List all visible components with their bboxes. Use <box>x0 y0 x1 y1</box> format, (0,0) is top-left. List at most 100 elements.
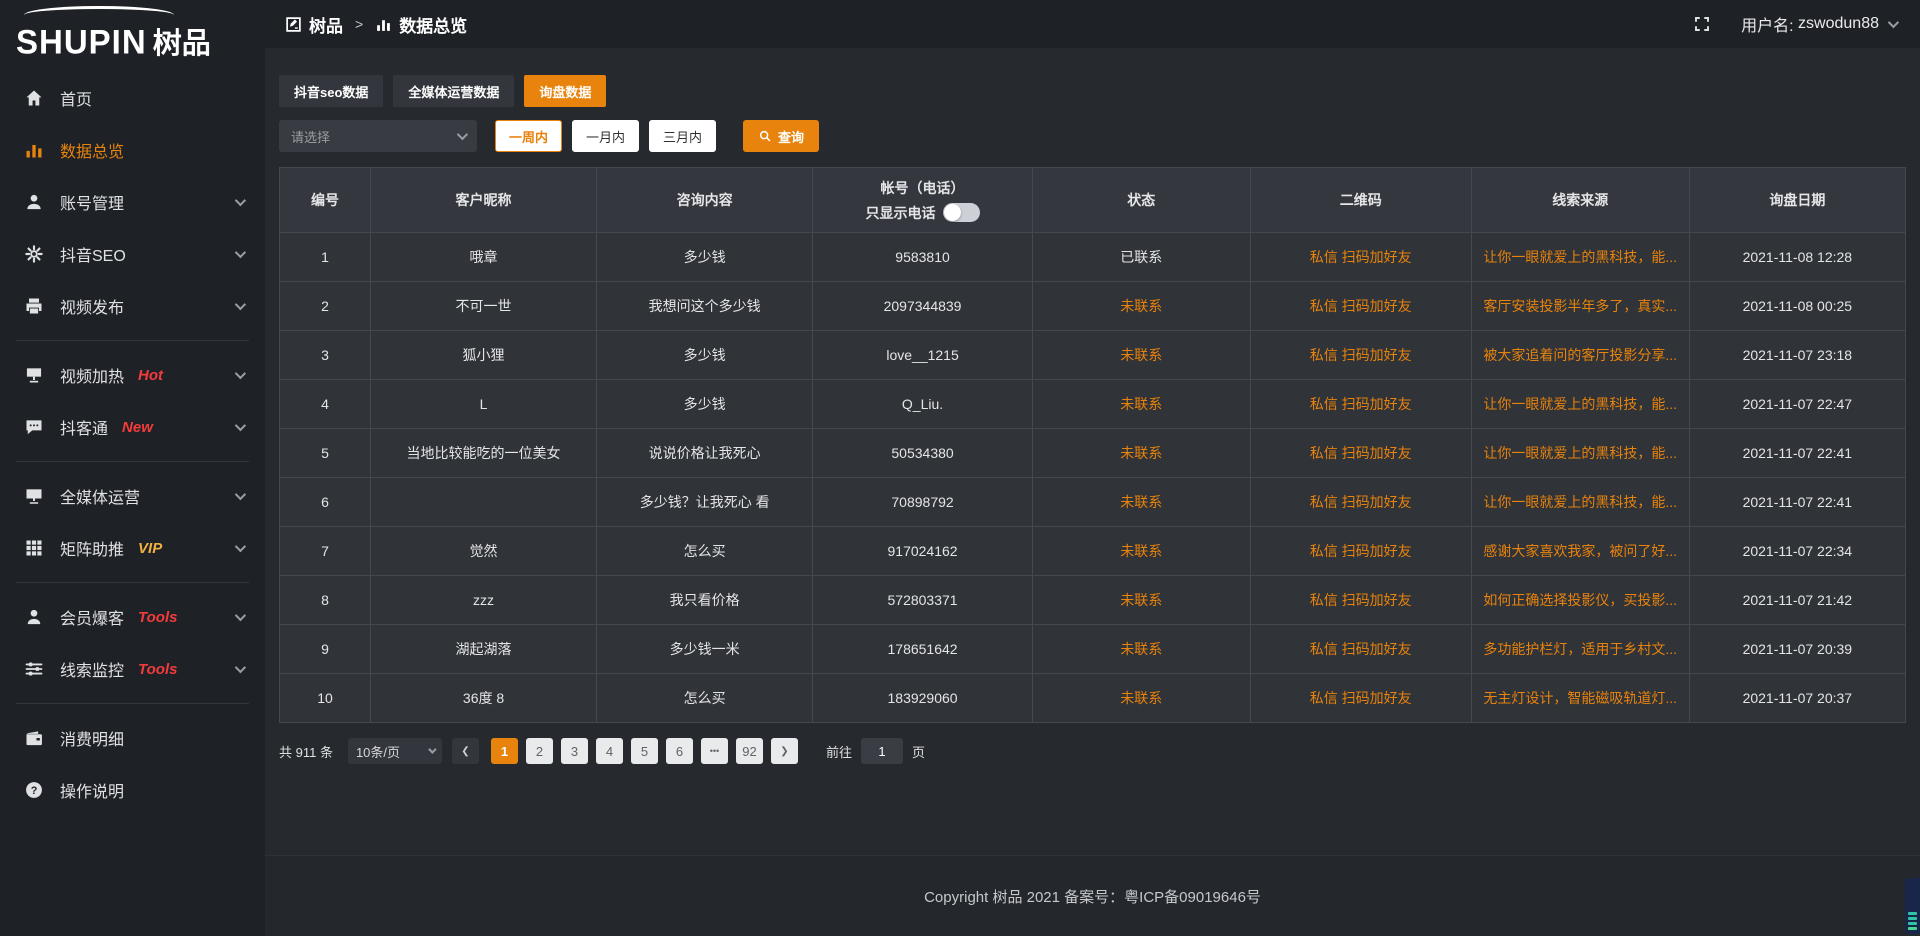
prev-page-button[interactable]: ❮ <box>452 738 479 764</box>
table-row: 5当地比较能吃的一位美女说说价格让我死心50534380未联系私信 扫码加好友让… <box>280 429 1906 478</box>
username-value: zswodun88 <box>1798 15 1879 33</box>
sidebar-item-douketong[interactable]: 抖客通New <box>0 401 265 453</box>
footer: Copyright 树品 2021 备案号：粤ICP备09019646号 <box>265 855 1920 936</box>
cell-content: 怎么买 <box>597 674 813 723</box>
sidebar-item-label: 矩阵助推 <box>60 536 124 560</box>
sidebar-item-video-publish[interactable]: 视频发布 <box>0 280 265 332</box>
badge-tools: Tools <box>138 609 177 626</box>
cell-source[interactable]: 让你一眼就爱上的黑科技，能... <box>1471 380 1689 429</box>
sidebar-item-douyin-seo[interactable]: 抖音SEO <box>0 228 265 280</box>
breadcrumb-label: 数据总览 <box>399 12 467 37</box>
user-menu[interactable]: 用户名: zswodun88 <box>1741 12 1896 36</box>
cell-account: 572803371 <box>813 576 1033 625</box>
cell-date: 2021-11-07 21:42 <box>1689 576 1905 625</box>
sidebar-menu: 首页数据总览账号管理抖音SEO视频发布视频加热Hot抖客通New全媒体运营矩阵助… <box>0 62 265 816</box>
tab-douyin-seo-data[interactable]: 抖音seo数据 <box>279 75 383 107</box>
sidebar-item-clue-monitor[interactable]: 线索监控Tools <box>0 643 265 695</box>
sidebar-item-operation-guide[interactable]: ?操作说明 <box>0 764 265 816</box>
cell-qrcode[interactable]: 私信 扫码加好友 <box>1250 233 1471 282</box>
query-button[interactable]: 查询 <box>743 120 819 152</box>
cell-qrcode[interactable]: 私信 扫码加好友 <box>1250 380 1471 429</box>
range-button-one-week[interactable]: 一周内 <box>495 120 562 152</box>
sidebar-item-matrix-boost[interactable]: 矩阵助推VIP <box>0 522 265 574</box>
page-button-92[interactable]: 92 <box>736 738 763 764</box>
page-button-1[interactable]: 1 <box>491 738 518 764</box>
copyright-text: Copyright 树品 2021 备案号：粤ICP备09019646号 <box>924 886 1261 907</box>
cell-qrcode[interactable]: 私信 扫码加好友 <box>1250 527 1471 576</box>
logo-text-cn: 树品 <box>153 28 211 60</box>
doc-icon <box>285 16 302 33</box>
tab-inquiry-data[interactable]: 询盘数据 <box>524 75 606 107</box>
page-button-4[interactable]: 4 <box>596 738 623 764</box>
logo-text-en: SHUPIN <box>16 22 147 62</box>
sidebar-item-label: 抖音SEO <box>60 242 126 266</box>
fullscreen-icon[interactable] <box>1693 15 1711 33</box>
column-header: 状态 <box>1032 168 1250 233</box>
gear-icon <box>24 244 44 264</box>
cell-id: 3 <box>280 331 371 380</box>
cell-source[interactable]: 多功能护栏灯，适用于乡村文... <box>1471 625 1689 674</box>
cell-qrcode[interactable]: 私信 扫码加好友 <box>1250 576 1471 625</box>
heat-icon <box>24 365 44 385</box>
cell-date: 2021-11-07 20:37 <box>1689 674 1905 723</box>
page-size-select[interactable]: 10条/页 <box>348 738 442 764</box>
chevron-down-icon <box>235 368 246 379</box>
cell-source[interactable]: 让你一眼就爱上的黑科技，能... <box>1471 478 1689 527</box>
cell-qrcode[interactable]: 私信 扫码加好友 <box>1250 625 1471 674</box>
page-button-3[interactable]: 3 <box>561 738 588 764</box>
cell-source[interactable]: 如何正确选择投影仪，买投影... <box>1471 576 1689 625</box>
cell-nickname: 36度 8 <box>371 674 597 723</box>
sidebar-item-video-heating[interactable]: 视频加热Hot <box>0 349 265 401</box>
cell-status: 未联系 <box>1032 625 1250 674</box>
cell-qrcode[interactable]: 私信 扫码加好友 <box>1250 674 1471 723</box>
sidebar-item-media-operation[interactable]: 全媒体运营 <box>0 470 265 522</box>
cell-source[interactable]: 让你一眼就爱上的黑科技，能... <box>1471 233 1689 282</box>
main-content: 抖音seo数据全媒体运营数据询盘数据 请选择 一周内一月内三月内 查询 编号客户… <box>265 48 1920 936</box>
floating-widget[interactable] <box>1905 878 1920 934</box>
sidebar-item-consumption-detail[interactable]: 消费明细 <box>0 712 265 764</box>
page-size-value: 10条/页 <box>356 742 400 761</box>
sidebar-item-home[interactable]: 首页 <box>0 72 265 124</box>
phone-only-toggle[interactable] <box>943 203 980 222</box>
chevron-down-icon <box>1888 17 1899 28</box>
cell-source[interactable]: 感谢大家喜欢我家，被问了好... <box>1471 527 1689 576</box>
page-suffix-label: 页 <box>912 742 925 761</box>
range-button-three-months[interactable]: 三月内 <box>649 120 716 152</box>
cell-source[interactable]: 被大家追着问的客厅投影分享... <box>1471 331 1689 380</box>
cell-qrcode[interactable]: 私信 扫码加好友 <box>1250 331 1471 380</box>
cell-source[interactable]: 无主灯设计，智能磁吸轨道灯... <box>1471 674 1689 723</box>
filter-select[interactable]: 请选择 <box>279 120 477 152</box>
cell-qrcode[interactable]: 私信 扫码加好友 <box>1250 478 1471 527</box>
breadcrumb-item-data-overview[interactable]: 数据总览 <box>375 12 467 37</box>
page-button-6[interactable]: 6 <box>666 738 693 764</box>
range-button-one-month[interactable]: 一月内 <box>572 120 639 152</box>
page-button-2[interactable]: 2 <box>526 738 553 764</box>
next-page-button[interactable]: ❯ <box>771 738 798 764</box>
sidebar-divider <box>16 582 249 583</box>
page-ellipsis-button[interactable]: ••• <box>701 738 728 764</box>
cell-status: 未联系 <box>1032 576 1250 625</box>
sidebar-item-label: 线索监控 <box>60 657 124 681</box>
cell-id: 6 <box>280 478 371 527</box>
cell-status: 未联系 <box>1032 282 1250 331</box>
monitor-icon <box>24 486 44 506</box>
sidebar-item-data-overview[interactable]: 数据总览 <box>0 124 265 176</box>
cell-qrcode[interactable]: 私信 扫码加好友 <box>1250 429 1471 478</box>
tab-media-operation-data[interactable]: 全媒体运营数据 <box>393 75 514 107</box>
breadcrumb-item-shupin[interactable]: 树品 <box>285 12 343 37</box>
cell-qrcode[interactable]: 私信 扫码加好友 <box>1250 282 1471 331</box>
sidebar-item-member-baoke[interactable]: 会员爆客Tools <box>0 591 265 643</box>
column-header: 二维码 <box>1250 168 1471 233</box>
filter-select-placeholder: 请选择 <box>291 127 330 146</box>
phone-toggle-label: 只显示电话 <box>866 203 936 223</box>
sidebar-item-label: 首页 <box>60 86 92 110</box>
goto-page-input[interactable]: 1 <box>861 738 903 764</box>
cell-account: 2097344839 <box>813 282 1033 331</box>
cell-source[interactable]: 客厅安装投影半年多了，真实... <box>1471 282 1689 331</box>
page-button-5[interactable]: 5 <box>631 738 658 764</box>
breadcrumb-separator: > <box>355 16 363 32</box>
sidebar-divider <box>16 461 249 462</box>
cell-source[interactable]: 让你一眼就爱上的黑科技，能... <box>1471 429 1689 478</box>
sidebar-item-account-management[interactable]: 账号管理 <box>0 176 265 228</box>
goto-label: 前往 <box>826 742 852 761</box>
